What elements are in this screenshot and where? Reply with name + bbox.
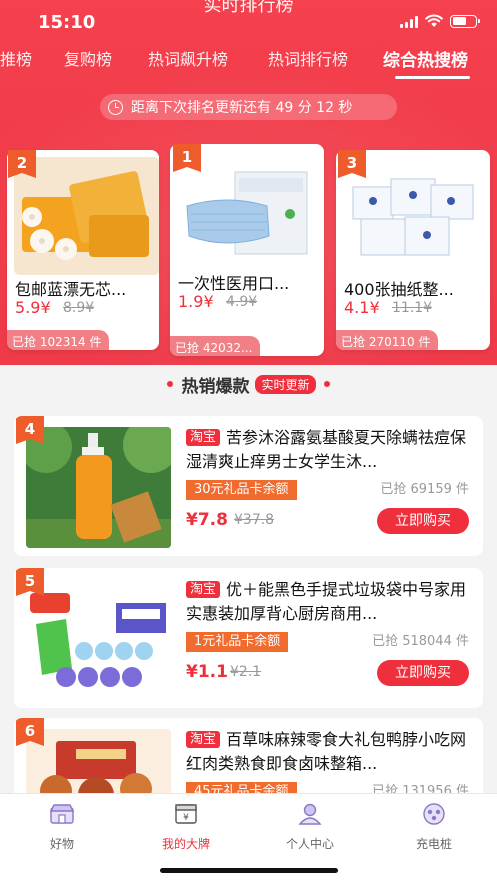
decor-dot xyxy=(167,381,174,387)
product-price: 1.9¥ xyxy=(178,292,214,311)
coupon-badge: 30元礼品卡余额 xyxy=(186,480,297,500)
decor-dot xyxy=(323,381,330,387)
sold-count: 已抢 270110 件 xyxy=(336,330,439,350)
list-item[interactable]: 淘宝 优＋能黑色手提式垃圾袋中号家用实惠装加厚背心厨房商用... 1元礼品卡余额 … xyxy=(14,568,483,708)
buy-now-button[interactable]: 立即购买 xyxy=(377,508,469,534)
original-price: 11.1¥ xyxy=(392,300,433,316)
tabbar-item-goods[interactable]: 好物 xyxy=(7,802,117,852)
product-title-text: 优＋能黑色手提式垃圾袋中号家用实惠装加厚背心厨房商用... xyxy=(186,580,467,623)
signal-icon xyxy=(400,15,418,28)
original-price: ¥37.8 xyxy=(234,512,275,528)
charger-icon xyxy=(423,803,445,825)
tab-repurchase[interactable]: 复购榜 xyxy=(64,46,112,70)
wifi-icon xyxy=(425,14,443,27)
sold-count: 已抢 518044 件 xyxy=(372,634,469,649)
product-title: 淘宝 优＋能黑色手提式垃圾袋中号家用实惠装加厚背心厨房商用... xyxy=(186,578,474,626)
tabbar-label: 充电桩 xyxy=(415,837,452,851)
top-product-card-1[interactable]: 一次性医用口... 1.9¥ 4.9¥ 已抢 42032... xyxy=(170,144,324,356)
product-title-text: 百草味麻辣零食大礼包鸭脖小吃网红肉类熟食即食卤味整箱... xyxy=(186,730,467,773)
battery-icon xyxy=(450,14,480,28)
top-product-card-3[interactable]: 400张抽纸整... 4.1¥ 11.1¥ 已抢 270110 件 xyxy=(336,150,490,350)
tabbar-label: 好物 xyxy=(49,837,74,851)
product-name: 包邮蓝漂无芯... xyxy=(15,280,127,299)
status-bar: 15:10 xyxy=(0,0,497,44)
product-price: 4.1¥ xyxy=(344,298,380,317)
original-price: 8.9¥ xyxy=(63,300,95,316)
product-price: 5.9¥ xyxy=(15,298,51,317)
sold-count: 已抢 69159 件 xyxy=(380,482,469,497)
update-countdown: 距离下次排名更新还有 49 分 12 秒 xyxy=(100,94,397,120)
svg-text:¥: ¥ xyxy=(183,813,189,823)
section-header: 热销爆款 实时更新 xyxy=(0,372,497,397)
ranking-tabs: 推榜 复购榜 热词飙升榜 热词排行榜 综合热搜榜 xyxy=(0,44,497,74)
coupon-badge: 1元礼品卡余额 xyxy=(186,632,289,652)
tab-hot-ranking[interactable]: 热词排行榜 xyxy=(268,46,348,70)
tabbar-label: 个人中心 xyxy=(285,837,334,851)
product-title-text: 苦参沐浴露氨基酸夏天除螨祛痘保湿清爽止痒男士女学生沐... xyxy=(186,428,467,471)
tabbar-item-charger[interactable]: 充电桩 xyxy=(379,802,489,852)
product-title: 淘宝 百草味麻辣零食大礼包鸭脖小吃网红肉类熟食即食卤味整箱... xyxy=(186,728,474,776)
product-title: 淘宝 苦参沐浴露氨基酸夏天除螨祛痘保湿清爽止痒男士女学生沐... xyxy=(186,426,474,474)
tabbar-item-my-brands[interactable]: ¥ 我的大牌 xyxy=(131,802,241,852)
section-title: 热销爆款 xyxy=(181,376,250,397)
tab-push[interactable]: 推榜 xyxy=(0,46,32,70)
platform-tag: 淘宝 xyxy=(186,429,221,446)
status-time: 15:10 xyxy=(38,12,96,33)
platform-tag: 淘宝 xyxy=(186,731,221,748)
original-price: 4.9¥ xyxy=(226,294,258,310)
tab-overall-hot[interactable]: 综合热搜榜 xyxy=(383,46,468,71)
countdown-text: 距离下次排名更新还有 49 分 12 秒 xyxy=(131,100,353,116)
product-image xyxy=(26,427,171,548)
tabbar-item-profile[interactable]: 个人中心 xyxy=(255,802,365,852)
sold-count: 已抢 42032... xyxy=(170,336,261,356)
product-image xyxy=(26,579,171,700)
tabbar-label: 我的大牌 xyxy=(161,837,210,851)
realtime-badge: 实时更新 xyxy=(255,374,316,394)
brand-icon: ¥ xyxy=(175,804,197,824)
product-price: ¥1.1 xyxy=(186,662,228,682)
tab-hot-rising[interactable]: 热词飙升榜 xyxy=(148,46,228,70)
header-banner: 实时排行榜 15:10 推榜 复购榜 热词飙升榜 热词排行榜 综合热搜榜 距离下… xyxy=(0,0,497,365)
buy-now-button[interactable]: 立即购买 xyxy=(377,660,469,686)
product-price: ¥7.8 xyxy=(186,510,228,530)
original-price: ¥2.1 xyxy=(230,664,262,680)
home-indicator xyxy=(160,868,338,873)
product-name: 400张抽纸整... xyxy=(344,280,454,299)
top-product-card-2[interactable]: 包邮蓝漂无芯... 5.9¥ 8.9¥ 已抢 102314 件 xyxy=(7,150,159,350)
user-icon xyxy=(298,803,322,825)
clock-icon xyxy=(108,99,123,115)
sold-count: 已抢 102314 件 xyxy=(7,330,110,350)
product-name: 一次性医用口... xyxy=(178,274,290,293)
platform-tag: 淘宝 xyxy=(186,581,221,598)
shop-icon xyxy=(49,804,75,824)
active-tab-indicator xyxy=(395,76,470,79)
list-item[interactable]: 淘宝 苦参沐浴露氨基酸夏天除螨祛痘保湿清爽止痒男士女学生沐... 30元礼品卡余额… xyxy=(14,416,483,556)
